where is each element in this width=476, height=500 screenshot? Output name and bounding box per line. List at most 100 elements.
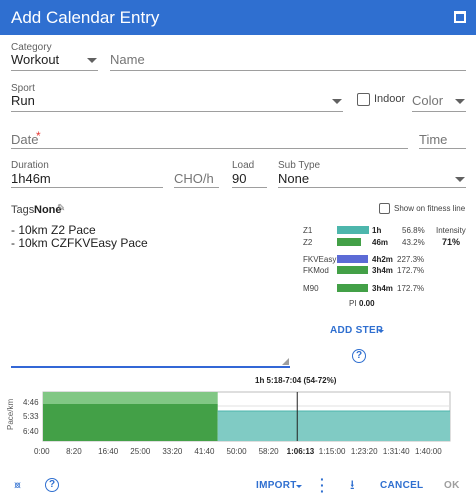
zone-time: 1h bbox=[372, 226, 382, 235]
subtype-underline bbox=[278, 187, 466, 188]
subtype-value: None bbox=[278, 171, 310, 186]
metric-pct: 172.7% bbox=[397, 284, 425, 293]
chevron-down-icon bbox=[378, 330, 384, 333]
checkbox-icon bbox=[357, 93, 370, 106]
color-placeholder: Color bbox=[412, 93, 444, 108]
metric-label: FKMod bbox=[303, 266, 329, 275]
load-field[interactable]: 90 bbox=[232, 169, 267, 187]
x-tick-label: 41:40 bbox=[194, 447, 215, 456]
cancel-button[interactable]: CANCEL bbox=[380, 480, 423, 491]
help-icon[interactable]: ? bbox=[45, 478, 59, 492]
x-tick-label: 16:40 bbox=[98, 447, 119, 456]
chart-y-axis-label: Pace/km bbox=[6, 398, 15, 430]
category-select[interactable]: Workout bbox=[11, 50, 98, 70]
chevron-down-icon bbox=[332, 99, 342, 104]
pencil-icon[interactable]: ✎ bbox=[57, 203, 65, 214]
segment-target-band bbox=[43, 392, 218, 404]
zone-pct: 43.2% bbox=[402, 238, 425, 247]
metric-time: 4h2m bbox=[372, 255, 393, 264]
zone-bar bbox=[337, 226, 369, 234]
cho-underline bbox=[174, 187, 219, 188]
help-icon[interactable]: ? bbox=[352, 349, 366, 363]
cho-placeholder: CHO/h bbox=[174, 171, 214, 186]
resize-handle-icon[interactable] bbox=[282, 358, 289, 365]
intensity-label: Intensity bbox=[436, 226, 466, 235]
import-label: IMPORT bbox=[256, 480, 297, 491]
name-placeholder: Name bbox=[110, 52, 145, 67]
checkbox-icon bbox=[379, 203, 390, 214]
sport-select[interactable]: Run bbox=[11, 92, 343, 112]
duration-field[interactable]: 1h46m bbox=[11, 169, 163, 187]
x-tick-label: 58:20 bbox=[258, 447, 279, 456]
indoor-checkbox[interactable]: Indoor bbox=[357, 92, 407, 108]
pi-label: PI bbox=[349, 299, 357, 308]
time-underline bbox=[419, 148, 466, 149]
zone-pct: 56.8% bbox=[402, 226, 425, 235]
cho-field[interactable]: CHO/h bbox=[174, 169, 219, 187]
zone-bar bbox=[337, 238, 361, 246]
x-tick-label: 1:23:20 bbox=[350, 447, 378, 456]
load-underline bbox=[232, 187, 267, 188]
time-field[interactable]: Time bbox=[419, 131, 466, 148]
category-underline bbox=[11, 70, 98, 71]
workout-textarea[interactable]: - 10km Z2 Pace - 10km CZFKVEasy Pace bbox=[11, 224, 148, 250]
chevron-down-icon bbox=[455, 99, 465, 104]
x-tick-label: 1:06:13 bbox=[286, 447, 315, 456]
subtype-select[interactable]: None bbox=[278, 169, 466, 187]
metric-pct: 227.3% bbox=[397, 255, 425, 264]
ok-button[interactable]: OK bbox=[444, 480, 460, 491]
category-value: Workout bbox=[11, 52, 60, 67]
chart-title: 1h 5:18-7:04 (54-72%) bbox=[255, 376, 337, 385]
show-on-fitness-line-label: Show on fitness line bbox=[394, 204, 466, 213]
tags-label: Tags bbox=[11, 204, 35, 216]
x-tick-label: 1:31:40 bbox=[382, 447, 410, 456]
intensity-value: 71% bbox=[442, 237, 461, 247]
more-vert-icon[interactable]: · · · bbox=[320, 472, 325, 498]
zone-label: Z2 bbox=[303, 238, 313, 247]
add-step-label: ADD STEP bbox=[330, 325, 383, 336]
metric-time: 3h4m bbox=[372, 284, 393, 293]
segment-bar bbox=[217, 411, 450, 441]
sport-value: Run bbox=[11, 93, 35, 108]
chevron-down-icon bbox=[455, 177, 465, 182]
metric-pct: 172.7% bbox=[397, 266, 425, 275]
color-underline bbox=[412, 111, 466, 112]
dialog-title: Add Calendar Entry bbox=[11, 8, 160, 27]
chevron-down-icon bbox=[87, 58, 97, 63]
maximize-icon[interactable] bbox=[454, 11, 466, 23]
duration-underline bbox=[11, 187, 163, 188]
metric-bar bbox=[337, 284, 368, 292]
name-field[interactable]: Name bbox=[110, 50, 466, 70]
metric-bar bbox=[337, 255, 368, 263]
name-underline bbox=[110, 70, 466, 71]
segment-bar bbox=[43, 404, 218, 441]
load-value: 90 bbox=[232, 171, 247, 186]
show-on-fitness-line-checkbox[interactable]: Show on fitness line bbox=[379, 203, 469, 217]
indoor-label: Indoor bbox=[374, 93, 406, 105]
metric-bar bbox=[337, 266, 368, 274]
sport-underline bbox=[11, 111, 343, 112]
chevron-down-icon bbox=[296, 485, 302, 488]
color-select[interactable]: Color bbox=[412, 92, 466, 112]
date-field[interactable]: Date * bbox=[11, 129, 408, 148]
metric-time: 3h4m bbox=[372, 266, 393, 275]
zone-time: 46m bbox=[372, 238, 389, 247]
x-tick-label: 50:00 bbox=[226, 447, 247, 456]
workout-line: - 10km CZFKVEasy Pace bbox=[11, 236, 148, 250]
x-tick-label: 1:40:00 bbox=[415, 447, 442, 456]
x-tick-label: 8:20 bbox=[66, 447, 82, 456]
y-tick-label: 6:40 bbox=[23, 427, 39, 436]
textarea-underline bbox=[11, 366, 290, 368]
metric-label: M90 bbox=[303, 284, 319, 293]
x-tick-label: 1:15:00 bbox=[318, 447, 346, 456]
import-button[interactable]: IMPORT bbox=[256, 478, 304, 492]
add-step-button[interactable]: ADD STEP bbox=[330, 323, 390, 337]
attachment-icon[interactable]: ⌖ bbox=[8, 477, 26, 495]
required-mark: * bbox=[36, 129, 41, 143]
y-tick-label: 5:33 bbox=[23, 412, 39, 421]
x-tick-label: 33:20 bbox=[162, 447, 183, 456]
date-placeholder: Date bbox=[11, 132, 39, 147]
download-icon[interactable]: ⭳ bbox=[350, 476, 355, 498]
x-tick-label: 25:00 bbox=[130, 447, 151, 456]
dialog-footer: ⌖ ? IMPORT · · · ⭳ CANCEL OK bbox=[0, 470, 476, 500]
